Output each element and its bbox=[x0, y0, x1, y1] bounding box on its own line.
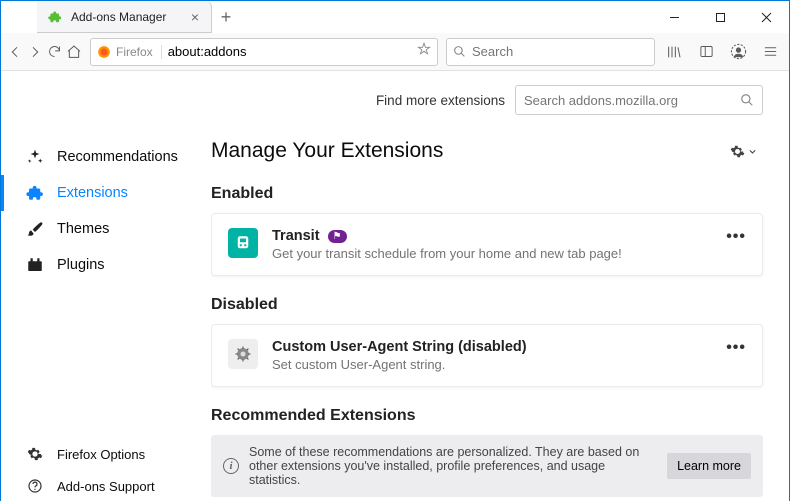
custom-ua-icon bbox=[228, 339, 258, 369]
sidebar-item-extensions[interactable]: Extensions bbox=[1, 175, 211, 211]
titlebar: Add-ons Manager × + bbox=[1, 1, 789, 33]
tab-close-button[interactable]: × bbox=[187, 9, 203, 25]
url-input[interactable] bbox=[168, 44, 411, 59]
recommended-badge-icon: ⚑ bbox=[328, 230, 347, 243]
sidebar-item-label: Extensions bbox=[57, 185, 128, 201]
addons-search[interactable] bbox=[515, 85, 763, 115]
sidebar-footer-label: Add-ons Support bbox=[57, 479, 155, 494]
transit-icon bbox=[228, 228, 258, 258]
search-icon bbox=[453, 45, 466, 58]
extension-more-button[interactable]: ••• bbox=[726, 228, 746, 246]
search-icon bbox=[740, 93, 754, 107]
sidebar-toggle-button[interactable] bbox=[691, 37, 721, 67]
info-icon: i bbox=[223, 458, 239, 474]
page-title: Manage Your Extensions bbox=[211, 139, 443, 163]
section-enabled-title: Enabled bbox=[211, 185, 763, 203]
back-button[interactable] bbox=[7, 37, 23, 67]
browser-tab[interactable]: Add-ons Manager × bbox=[37, 1, 212, 33]
sidebar-item-recommendations[interactable]: Recommendations bbox=[1, 139, 211, 175]
puzzle-icon bbox=[25, 183, 45, 203]
extension-card-custom-ua[interactable]: Custom User-Agent String (disabled) Set … bbox=[211, 324, 763, 387]
extension-name: Custom User-Agent String (disabled) bbox=[272, 339, 712, 355]
identity-box[interactable]: Firefox bbox=[97, 45, 162, 59]
sparkle-icon bbox=[25, 147, 45, 167]
toolbar: Firefox bbox=[1, 33, 789, 71]
find-more-label: Find more extensions bbox=[376, 93, 505, 108]
profile-button[interactable] bbox=[723, 37, 753, 67]
minimize-button[interactable] bbox=[651, 1, 697, 33]
firefox-icon bbox=[97, 45, 111, 59]
search-input[interactable] bbox=[472, 44, 648, 59]
brush-icon bbox=[25, 219, 45, 239]
main-content: Find more extensions Manage Your Extensi… bbox=[211, 71, 789, 502]
puzzle-icon bbox=[47, 9, 63, 25]
section-recommended-title: Recommended Extensions bbox=[211, 407, 763, 425]
search-bar[interactable] bbox=[446, 38, 655, 66]
sidebar-footer-label: Firefox Options bbox=[57, 447, 145, 462]
sidebar-item-label: Themes bbox=[57, 221, 109, 237]
new-tab-button[interactable]: + bbox=[212, 1, 240, 33]
sidebar-item-label: Plugins bbox=[57, 257, 105, 273]
sidebar-footer-support[interactable]: Add-ons Support bbox=[1, 470, 211, 502]
sidebar-item-label: Recommendations bbox=[57, 149, 178, 165]
learn-more-button[interactable]: Learn more bbox=[667, 453, 751, 479]
recommendation-info-bar: i Some of these recommendations are pers… bbox=[211, 435, 763, 497]
extension-description: Set custom User-Agent string. bbox=[272, 357, 712, 372]
menu-button[interactable] bbox=[755, 37, 785, 67]
help-icon bbox=[25, 476, 45, 496]
extension-more-button[interactable]: ••• bbox=[726, 339, 746, 357]
section-disabled-title: Disabled bbox=[211, 296, 763, 314]
tab-title: Add-ons Manager bbox=[71, 10, 166, 24]
chevron-down-icon bbox=[748, 147, 757, 156]
sidebar-item-plugins[interactable]: Plugins bbox=[1, 247, 211, 283]
gear-icon bbox=[730, 144, 745, 159]
addons-search-input[interactable] bbox=[524, 93, 734, 108]
extension-description: Get your transit schedule from your home… bbox=[272, 246, 712, 261]
extension-card-transit[interactable]: Transit ⚑ Get your transit schedule from… bbox=[211, 213, 763, 276]
plugin-icon bbox=[25, 255, 45, 275]
sidebar-footer-options[interactable]: Firefox Options bbox=[1, 438, 211, 470]
sidebar: Recommendations Extensions Themes Plugin… bbox=[1, 71, 211, 502]
sidebar-item-themes[interactable]: Themes bbox=[1, 211, 211, 247]
reload-button[interactable] bbox=[47, 37, 62, 67]
bookmark-star-icon[interactable] bbox=[417, 42, 431, 61]
extension-name: Transit bbox=[272, 228, 320, 244]
url-bar[interactable]: Firefox bbox=[90, 38, 438, 66]
gear-icon bbox=[25, 444, 45, 464]
info-text: Some of these recommendations are person… bbox=[249, 445, 657, 487]
library-button[interactable] bbox=[659, 37, 689, 67]
maximize-button[interactable] bbox=[697, 1, 743, 33]
window-close-button[interactable] bbox=[743, 1, 789, 33]
forward-button[interactable] bbox=[27, 37, 43, 67]
page-options-button[interactable] bbox=[724, 140, 763, 163]
home-button[interactable] bbox=[66, 37, 82, 67]
